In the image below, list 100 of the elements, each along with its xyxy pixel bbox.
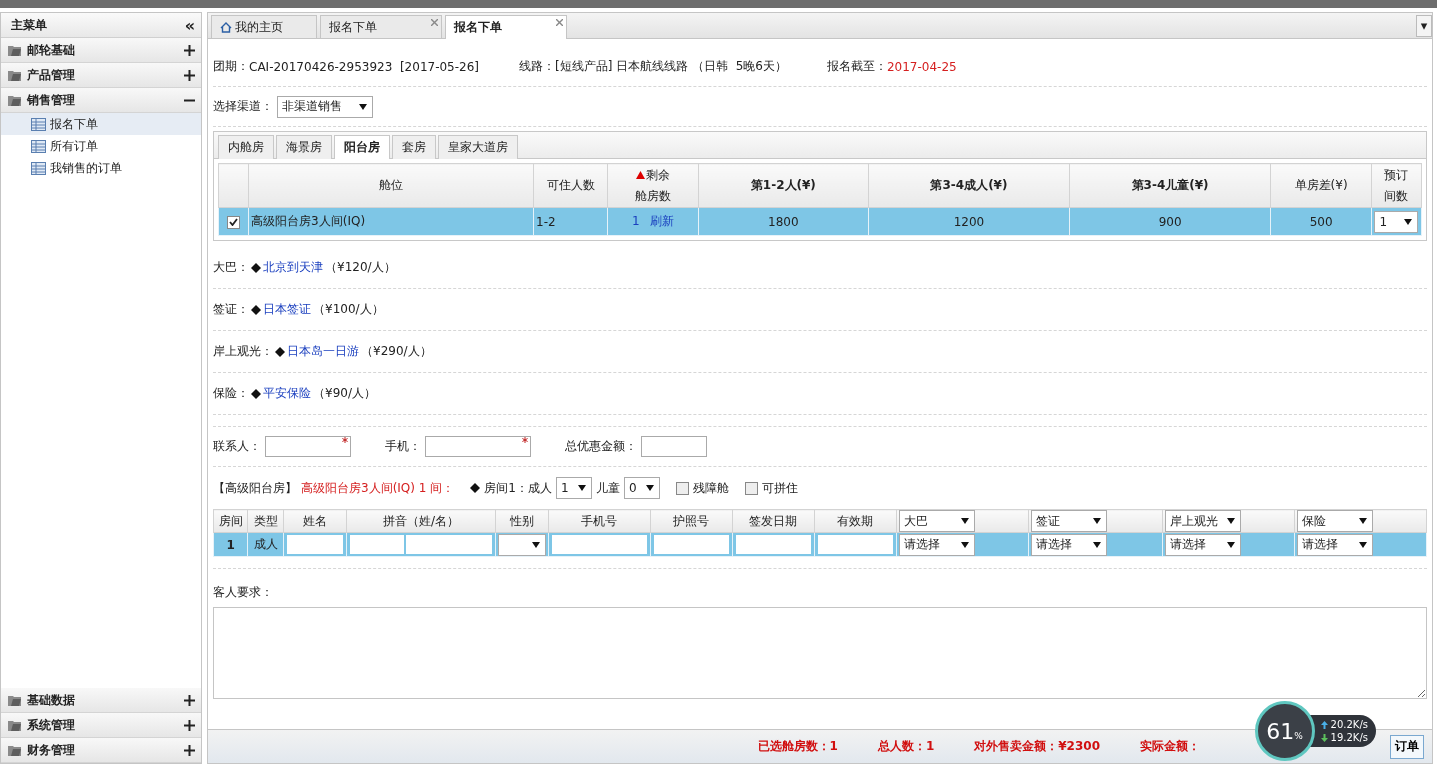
extra-price: （¥90/人） — [313, 385, 376, 402]
service-dropdown[interactable]: 保险 — [1297, 510, 1374, 532]
column-header: 第3-4儿童(¥) — [1069, 163, 1271, 208]
children-dropdown[interactable]: 0 — [623, 477, 660, 499]
sidebar-header: 主菜单 « — [1, 13, 201, 38]
adults-dropdown[interactable]: 1 — [555, 477, 592, 499]
service-dropdown[interactable]: 请选择 — [1031, 533, 1108, 556]
service-dropdown[interactable]: 请选择 — [1297, 533, 1374, 556]
expand-icon[interactable] — [184, 44, 195, 56]
table-cell: 1200 — [868, 207, 1070, 236]
table-cell: 1-2 — [533, 207, 608, 236]
close-icon[interactable] — [431, 19, 438, 26]
tab[interactable]: 报名下单 — [445, 15, 567, 39]
extra-link[interactable]: 北京到天津 — [263, 259, 323, 276]
extra-link[interactable]: 平安保险 — [263, 385, 311, 402]
column-header: 预订 间数 — [1371, 163, 1422, 208]
summary-text: 对外售卖金额：¥2300 — [974, 738, 1100, 755]
checkbox[interactable] — [675, 481, 689, 495]
service-dropdown[interactable]: 请选择 — [1164, 533, 1241, 556]
checkbox[interactable] — [744, 481, 758, 495]
channel-label: 选择渠道： — [213, 98, 273, 115]
extra-label: 签证： — [213, 301, 249, 318]
sidebar-item[interactable]: 我销售的订单 — [1, 157, 201, 179]
caret-icon — [1359, 541, 1368, 548]
sidebar-item[interactable]: 所有订单 — [1, 135, 201, 157]
diamond-icon — [251, 304, 261, 315]
table-icon — [31, 139, 46, 153]
submit-button[interactable]: 订单 — [1390, 734, 1424, 759]
expand-icon[interactable] — [184, 69, 195, 81]
sort-icon[interactable] — [635, 170, 645, 179]
refresh-link[interactable]: 刷新 — [649, 214, 674, 228]
menu-group[interactable]: 销售管理 — [1, 88, 201, 113]
diamond-icon — [251, 388, 261, 399]
input-field[interactable] — [348, 534, 405, 555]
tab[interactable]: 我的主页 — [211, 15, 317, 38]
summary-text: 总人数：1 — [877, 738, 935, 755]
diamond-icon — [251, 262, 261, 273]
column-header: 单房差(¥) — [1270, 163, 1372, 208]
room-type-tab[interactable]: 阳台房 — [334, 135, 390, 159]
service-dropdown[interactable]: 大巴 — [898, 510, 975, 532]
caret-icon — [1226, 541, 1235, 548]
room-type-tab[interactable]: 内舱房 — [218, 135, 274, 159]
contact-field[interactable] — [265, 436, 351, 457]
discount-label: 总优惠金额： — [565, 438, 637, 455]
discount-field[interactable] — [641, 436, 707, 457]
menu-group[interactable]: 基础数据 — [1, 688, 201, 713]
sidebar-item[interactable]: 报名下单 — [1, 113, 201, 135]
remarks-label: 客人要求： — [213, 584, 273, 601]
column-header: 签发日期 — [732, 509, 815, 533]
expand-icon[interactable] — [184, 719, 195, 731]
room-type-tab[interactable]: 海景房 — [276, 135, 332, 159]
cabin-summary: 高级阳台房3人间(IQ) 1 间： — [301, 479, 455, 497]
checkbox[interactable] — [227, 215, 241, 229]
column-header: 舱位 — [248, 163, 534, 208]
menu-group[interactable]: 系统管理 — [1, 713, 201, 738]
table-icon — [31, 161, 46, 175]
table-cell: 1 — [213, 532, 248, 557]
tab-menu-button[interactable]: ▾ — [1416, 14, 1432, 37]
table-cell: 1800 — [698, 207, 869, 236]
extra-link[interactable]: 日本岛一日游 — [287, 343, 359, 360]
menu-group[interactable]: 邮轮基础 — [1, 38, 201, 63]
input-field[interactable] — [404, 534, 493, 555]
extra-price: （¥100/人） — [313, 301, 384, 318]
table-cell: 500 — [1270, 207, 1372, 236]
rooms-dropdown[interactable]: 1 — [1374, 210, 1419, 233]
tab[interactable]: 报名下单 — [320, 15, 442, 38]
folder-icon — [7, 68, 23, 82]
expand-icon[interactable] — [184, 694, 195, 706]
phone-label: 手机： — [385, 438, 421, 455]
extra-label: 大巴： — [213, 259, 249, 276]
menu-group[interactable]: 产品管理 — [1, 63, 201, 88]
service-dropdown[interactable]: 签证 — [1031, 510, 1108, 532]
column-header: 类型 — [248, 509, 284, 533]
column-header: 有效期 — [814, 509, 897, 533]
remaining-count: 1 — [632, 214, 640, 228]
phone-field[interactable] — [425, 436, 531, 457]
home-icon — [220, 21, 232, 33]
remarks-field[interactable] — [213, 607, 1427, 699]
summary-text: 已选舱房数：1 — [757, 738, 838, 755]
download-rate: 19.2K/s — [1330, 732, 1368, 743]
room-type-tab[interactable]: 套房 — [392, 135, 436, 159]
header-cell — [218, 163, 249, 208]
room-type-label: 【高级阳台房】 — [213, 479, 297, 497]
deadline-value: 2017-04-25 — [886, 59, 957, 74]
close-icon[interactable] — [556, 19, 563, 26]
route-label: 线路： — [519, 58, 556, 75]
column-header: 性别 — [495, 509, 549, 533]
expand-icon[interactable] — [184, 744, 195, 756]
caret-icon — [645, 485, 654, 491]
channel-dropdown[interactable]: 非渠道销售 — [277, 95, 373, 118]
service-dropdown[interactable]: 岸上观光 — [1164, 510, 1241, 532]
room-type-tab[interactable]: 皇家大道房 — [438, 135, 518, 159]
upload-rate: 20.2K/s — [1330, 719, 1368, 730]
required-icon — [342, 437, 348, 443]
folder-icon — [7, 43, 23, 57]
service-dropdown[interactable]: 请选择 — [898, 533, 975, 556]
folder-icon — [7, 718, 23, 732]
extra-link[interactable]: 日本签证 — [263, 301, 311, 318]
menu-group[interactable]: 财务管理 — [1, 738, 201, 763]
period-value: CAI-20170426-2953923 [2017-05-26] — [249, 59, 480, 74]
